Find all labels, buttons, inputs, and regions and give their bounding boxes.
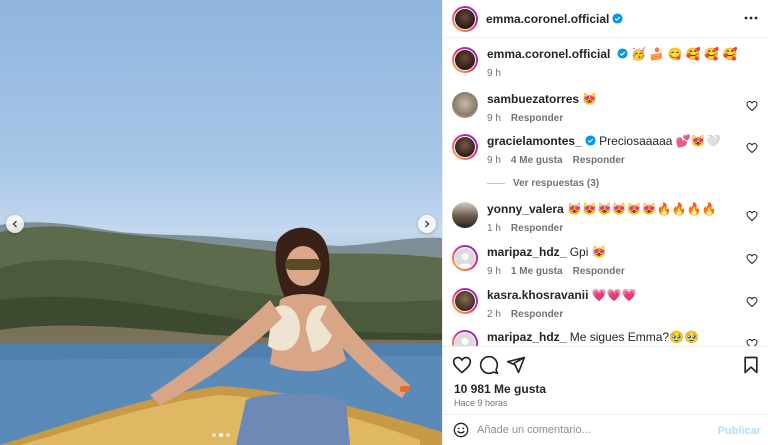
view-replies-label: Ver respuestas (3) (513, 178, 600, 189)
commenter-avatar[interactable] (452, 202, 478, 228)
default-avatar-icon (458, 253, 472, 268)
commenter-username[interactable]: sambuezatorres (487, 92, 579, 106)
chevron-right-icon (425, 220, 430, 228)
carousel-dot (212, 433, 216, 437)
reply-button[interactable]: Responder (511, 223, 563, 234)
next-photo-button[interactable] (418, 215, 436, 233)
comment-text: 💗💗💗 (591, 288, 637, 302)
comment-text: Gpi 😻 (569, 245, 607, 259)
reply-button[interactable]: Responder (511, 113, 563, 124)
carousel-dots (212, 433, 230, 437)
chevron-left-icon (12, 220, 17, 228)
comment-likes[interactable]: 4 Me gusta (511, 155, 563, 166)
posted-time: Hace 9 horas (454, 398, 508, 408)
comment-text: Me sigues Emma?🥹🥹 (569, 330, 699, 344)
previous-photo-button[interactable] (6, 215, 24, 233)
post-photo[interactable] (0, 0, 442, 445)
commenter-avatar[interactable] (452, 92, 478, 118)
carousel-dot-active (219, 433, 223, 437)
post-header: emma.coronel.official (443, 0, 768, 38)
comment-text: 😻 (582, 92, 598, 106)
commenter-avatar[interactable] (452, 288, 478, 314)
commenter-username[interactable]: kasra.khosravanii (487, 288, 588, 302)
more-options-button[interactable] (743, 10, 759, 26)
comment-likes[interactable]: 1 Me gusta (511, 266, 563, 277)
post-side-panel: emma.coronel.official emma.coronel.offic… (442, 0, 768, 445)
default-avatar-icon (461, 338, 469, 345)
verified-icon (612, 13, 623, 24)
comment-text: Preciosaaaaa 💕😻🤍 (599, 134, 721, 148)
comment-time: 9 h (487, 266, 501, 277)
bookmark-icon[interactable] (741, 355, 761, 375)
photo-scene (0, 222, 442, 445)
publish-button[interactable]: Publicar (718, 425, 761, 437)
comments-list[interactable]: emma.coronel.official 🥳 🍰 😋 🥰 🥰 🥰 9 h sa… (443, 38, 768, 346)
comment-time: 9 h (487, 155, 501, 166)
author-avatar[interactable] (452, 47, 478, 73)
reply-button[interactable]: Responder (511, 309, 563, 320)
heart-icon[interactable] (746, 100, 758, 112)
post-actions: 10 981 Me gusta Hace 9 horas (443, 346, 768, 414)
more-icon (744, 16, 758, 20)
reply-button[interactable]: Responder (573, 266, 625, 277)
author-username[interactable]: emma.coronel.official (486, 12, 609, 26)
commenter-avatar[interactable] (452, 245, 478, 271)
replies-divider (487, 183, 505, 184)
comment-time: 9 h (487, 113, 501, 124)
caption-username[interactable]: emma.coronel.official (487, 47, 610, 61)
commenter-avatar[interactable] (452, 330, 478, 346)
commenter-username[interactable]: maripaz_hdz_ (487, 245, 566, 259)
verified-icon (617, 48, 628, 59)
author-avatar[interactable] (452, 5, 478, 32)
commenter-avatar[interactable] (452, 134, 478, 160)
commenter-username[interactable]: gracielamontes_ (487, 134, 582, 148)
view-replies-button[interactable]: Ver respuestas (3) (487, 178, 599, 189)
caption-text: 🥳 🍰 😋 🥰 🥰 🥰 (631, 47, 738, 61)
likes-count[interactable]: 10 981 Me gusta (454, 382, 546, 396)
comment-input[interactable] (477, 424, 697, 436)
emoji-icon[interactable] (453, 422, 469, 438)
heart-icon[interactable] (746, 142, 758, 154)
caption-time: 9 h (487, 68, 501, 79)
carousel-dot (226, 433, 230, 437)
heart-icon[interactable] (746, 338, 758, 346)
comment-composer: Publicar (443, 414, 768, 445)
comment-time: 2 h (487, 309, 501, 320)
comment-text: 😻😻😻😻😻😻🔥🔥🔥🔥 (567, 202, 717, 216)
like-heart-icon[interactable] (452, 355, 472, 375)
commenter-username[interactable]: yonny_valera (487, 202, 564, 216)
heart-icon[interactable] (746, 253, 758, 265)
heart-icon[interactable] (746, 210, 758, 222)
heart-icon[interactable] (746, 296, 758, 308)
verified-icon (585, 135, 596, 146)
commenter-username[interactable]: maripaz_hdz_ (487, 330, 566, 344)
comment-time: 1 h (487, 223, 501, 234)
reply-button[interactable]: Responder (573, 155, 625, 166)
share-icon[interactable] (506, 355, 526, 375)
comment-icon[interactable] (479, 355, 499, 375)
